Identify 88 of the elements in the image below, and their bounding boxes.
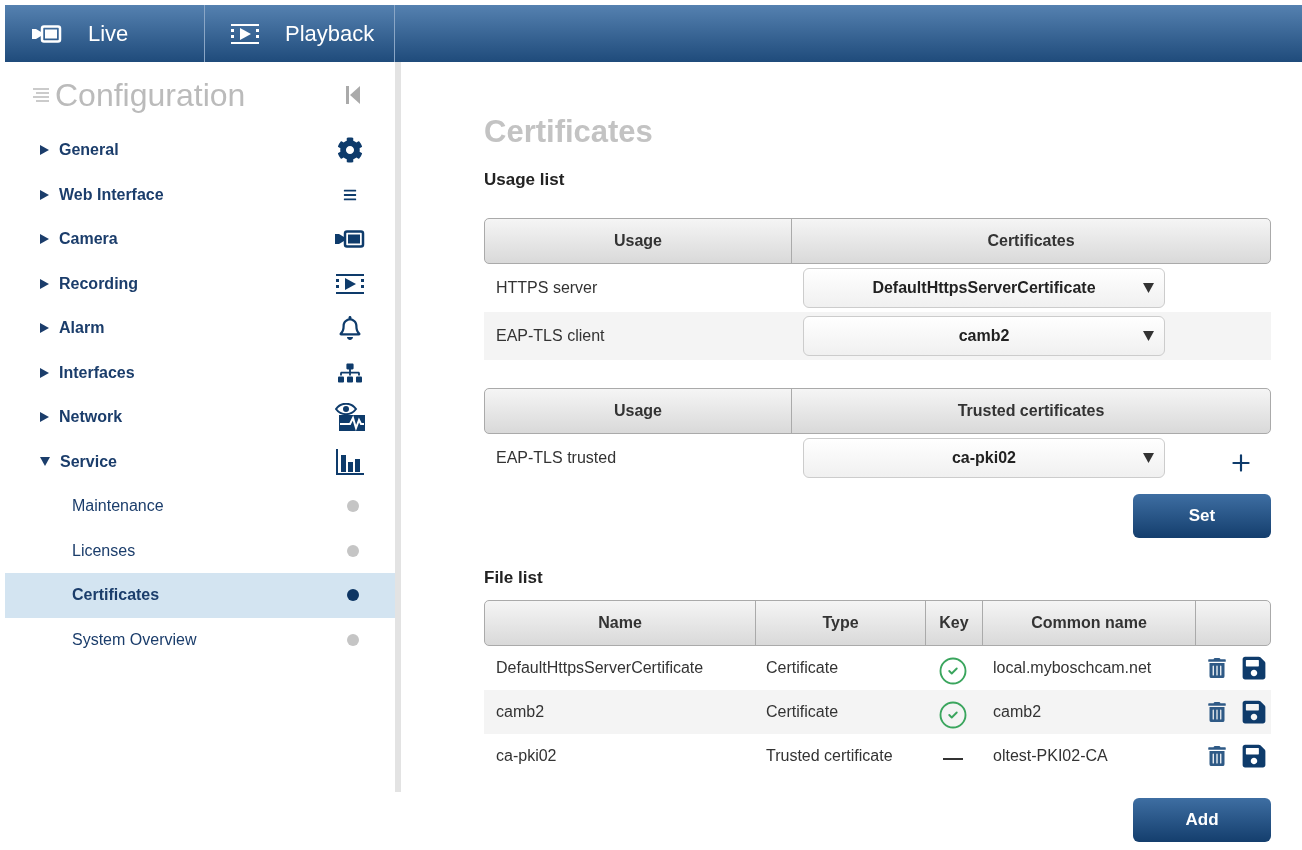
bar-chart-icon (336, 448, 364, 475)
table-cell-text: camb2 (495, 703, 546, 721)
section-title: File list (484, 568, 544, 588)
network-diagram-icon (338, 360, 362, 385)
table-cell-text: Certificate (765, 703, 840, 721)
table-cell-text: Trusted certificate (765, 747, 894, 765)
column-header: Usage (613, 401, 663, 421)
collapsed-arrow-icon (40, 412, 49, 423)
trash-icon[interactable] (1207, 702, 1227, 722)
table-cell-text: local.myboschcam.net (992, 659, 1153, 677)
sidebar-item-label: Alarm (59, 319, 105, 338)
top-tab[interactable]: Live (5, 5, 205, 62)
sidebar-item-label: Network (59, 408, 123, 427)
column-header: Certificates (791, 219, 1270, 263)
sidebar-item-label: General (59, 141, 119, 160)
gear-icon (337, 137, 363, 164)
table-cell-text: EAP-TLS client (495, 327, 606, 345)
sidebar-item-label: Service (60, 452, 117, 471)
film-play-icon (231, 23, 259, 44)
sidebar-item[interactable]: Interfaces (5, 350, 395, 395)
trash-icon[interactable] (1207, 746, 1227, 766)
column-header: Common name (982, 601, 1195, 645)
video-camera-icon (335, 230, 365, 249)
table-cell-text: DefaultHttpsServerCertificate (495, 659, 705, 677)
status-dot (347, 544, 359, 557)
sidebar-item-label: Interfaces (59, 363, 135, 382)
collapsed-arrow-icon (40, 145, 49, 156)
certificate-dropdown[interactable]: DefaultHttpsServerCertificate (803, 268, 1165, 308)
set-button[interactable]: Set (1133, 494, 1271, 538)
caret-icon (1143, 283, 1154, 293)
table-cell-text: EAP-TLS trusted (495, 449, 618, 467)
column-header: Name (597, 613, 643, 633)
sidebar-item[interactable]: Service (5, 439, 395, 484)
table-cell-text: ca-pki02 (495, 747, 558, 765)
table-cell-text: Certificate (765, 659, 840, 677)
bell-icon (338, 316, 362, 341)
add-button[interactable]: Add (1133, 798, 1271, 842)
section-title: Usage list (484, 170, 566, 190)
sidebar-subitem[interactable]: Maintenance (5, 484, 395, 529)
tab-label: Live (88, 20, 129, 47)
save-icon[interactable] (1241, 699, 1267, 725)
check-circle-icon (937, 656, 968, 686)
sidebar-item[interactable]: Network (5, 395, 395, 440)
table-cell-text: HTTPS server (495, 279, 599, 297)
certificate-dropdown[interactable]: ca-pki02 (803, 438, 1165, 478)
column-header: Trusted certificates (791, 389, 1270, 433)
menu-icon (343, 187, 357, 202)
sidebar-item[interactable]: General (5, 128, 395, 173)
save-icon[interactable] (1241, 743, 1267, 769)
table-cell-text: camb2 (992, 703, 1043, 721)
status-dot (347, 633, 359, 646)
sidebar-item[interactable]: Alarm (5, 306, 395, 351)
sidebar-item[interactable]: Camera (5, 217, 395, 262)
collapsed-arrow-icon (40, 189, 49, 200)
save-icon[interactable] (1241, 655, 1267, 681)
status-dot (347, 500, 359, 513)
sidebar-subitem[interactable]: System Overview (5, 617, 395, 662)
top-tab[interactable]: Playback (205, 5, 395, 62)
caret-icon (1143, 453, 1154, 463)
video-camera-icon (32, 24, 62, 43)
collapsed-arrow-icon (40, 278, 49, 289)
table-cell-text: oltest-PKI02-CA (992, 747, 1109, 765)
caret-icon (1143, 331, 1154, 341)
trash-icon[interactable] (1207, 658, 1227, 678)
certificate-dropdown[interactable]: camb2 (803, 316, 1165, 356)
tab-label: Playback (285, 20, 375, 47)
expanded-arrow-icon (40, 457, 50, 467)
sidebar-item-label: Recording (59, 274, 139, 293)
list-lines-icon (33, 88, 49, 102)
collapsed-arrow-icon (40, 234, 49, 245)
film-play-icon (336, 273, 364, 294)
sidebar-title: Configuration (55, 76, 246, 114)
sidebar-item-label: Web Interface (59, 185, 164, 204)
sidebar-item-label: Camera (59, 230, 118, 249)
collapsed-arrow-icon (40, 367, 49, 378)
collapsed-arrow-icon (40, 323, 49, 334)
sidebar-subitem[interactable]: Licenses (5, 528, 395, 573)
dash-icon (942, 758, 963, 760)
column-header: Usage (613, 231, 663, 251)
status-dot (347, 589, 359, 602)
column-header: Key (925, 601, 982, 645)
sidebar-item[interactable]: Recording (5, 261, 395, 306)
sidebar-subitem[interactable]: Certificates (5, 573, 395, 618)
check-circle-icon (937, 700, 968, 730)
column-header: Type (755, 601, 925, 645)
page-title: Certificates (484, 114, 654, 150)
sidebar-item[interactable]: Web Interface (5, 172, 395, 217)
eye-waveform-icon (335, 403, 365, 432)
